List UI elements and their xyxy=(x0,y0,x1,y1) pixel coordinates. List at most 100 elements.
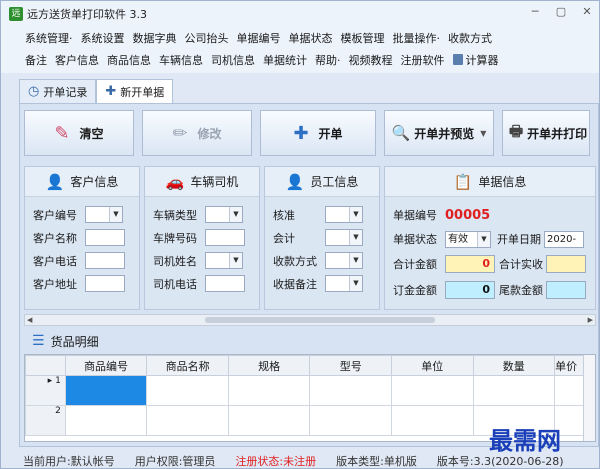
grid-cell[interactable] xyxy=(227,375,311,406)
customer-info-group: 👤 客户信息 客户编号 ▼ 客户名称 客户电话 客户地址 xyxy=(24,166,140,310)
scroll-right-icon[interactable]: ▶ xyxy=(588,315,593,325)
balance-amount-field[interactable] xyxy=(546,281,586,299)
chevron-down-icon[interactable]: ▼ xyxy=(109,207,122,222)
status-register[interactable]: 注册状态:未注册 xyxy=(235,453,316,468)
bill-status-label: 单据状态 xyxy=(393,233,437,246)
customer-address-field[interactable] xyxy=(85,275,125,292)
grid-cell[interactable] xyxy=(390,405,474,436)
col-spec[interactable]: 规格 xyxy=(227,355,311,376)
grid-cell[interactable] xyxy=(146,405,229,436)
chevron-down-icon[interactable]: ▼ xyxy=(349,253,362,268)
menu-driver-info[interactable]: 司机信息 xyxy=(207,52,259,68)
row-header[interactable]: 2 xyxy=(25,405,66,436)
menu-bill-number[interactable]: 单据编号 xyxy=(233,30,285,46)
chevron-down-icon[interactable]: ▼ xyxy=(229,207,242,222)
grid-cell[interactable] xyxy=(64,375,148,406)
menu-batch-ops[interactable]: 批量操作· xyxy=(389,30,445,46)
deposit-amount-row: 订金金额 0 尾款金额 xyxy=(393,277,587,303)
driver-phone-field[interactable] xyxy=(205,275,245,292)
scroll-thumb[interactable] xyxy=(205,317,435,323)
menu-register[interactable]: 注册软件 xyxy=(397,52,449,68)
bill-preview-button[interactable]: 🔍 开单并预览 ▼ xyxy=(384,110,494,156)
menu-customer-info[interactable]: 客户信息 xyxy=(51,52,103,68)
col-model[interactable]: 型号 xyxy=(309,355,392,376)
clear-button[interactable]: ✎ 清空 xyxy=(24,110,134,156)
customer-name-field[interactable] xyxy=(85,229,125,246)
watermark-logo: 最需网 xyxy=(489,426,561,455)
chevron-down-icon[interactable]: ▼ xyxy=(349,230,362,245)
col-product-name[interactable]: 商品名称 xyxy=(146,355,229,376)
edit-button[interactable]: ✏ 修改 xyxy=(142,110,252,156)
customer-address-label: 客户地址 xyxy=(33,277,77,291)
grid-cell[interactable] xyxy=(472,375,556,406)
tab-new-bill[interactable]: ✚ 新开单据 xyxy=(96,79,174,103)
grid-cell[interactable] xyxy=(309,375,392,406)
bill-status-combo[interactable]: 有效 ▼ xyxy=(445,230,491,248)
bill-number-value: 00005 xyxy=(445,207,491,223)
vehicle-driver-title: 车辆司机 xyxy=(190,175,239,189)
plus-icon: ✚ xyxy=(105,84,117,99)
grid-cell[interactable] xyxy=(64,405,148,436)
goods-detail-title: 货品明细 xyxy=(50,334,99,349)
chevron-down-icon[interactable]: ▼ xyxy=(480,129,486,138)
new-bill-label: 开单 xyxy=(318,126,343,141)
menu-system-settings[interactable]: 系统设置 xyxy=(77,30,129,46)
total-received-field[interactable] xyxy=(546,255,586,273)
grid-cell[interactable] xyxy=(146,375,229,406)
grid-cell[interactable] xyxy=(390,375,474,406)
menu-data-dictionary[interactable]: 数据字典 xyxy=(129,30,181,46)
chevron-down-icon[interactable]: ▼ xyxy=(349,207,362,222)
row-number: 2 xyxy=(55,406,61,416)
maximize-icon[interactable]: ▢ xyxy=(555,5,567,18)
new-bill-button[interactable]: ✚ 开单 xyxy=(260,110,376,156)
accountant-combo[interactable]: ▼ xyxy=(325,229,363,246)
chevron-down-icon[interactable]: ▼ xyxy=(349,276,362,291)
chevron-down-icon[interactable]: ▼ xyxy=(477,231,490,247)
col-unit[interactable]: 单位 xyxy=(390,355,474,376)
tab-bill-records[interactable]: ◷ 开单记录 xyxy=(19,79,97,103)
bill-print-button[interactable]: 🖶 开单并打印 xyxy=(502,110,590,156)
total-amount-field[interactable]: 0 xyxy=(445,255,495,273)
menu-bill-stats[interactable]: 单据统计 xyxy=(259,52,311,68)
menu-notes[interactable]: 备注 xyxy=(21,52,51,68)
menu-system-manage[interactable]: 系统管理· xyxy=(21,30,77,46)
col-product-code[interactable]: 商品编号 xyxy=(64,355,148,376)
scroll-left-icon[interactable]: ◀ xyxy=(27,315,32,325)
menu-video-tutorial[interactable]: 视频教程 xyxy=(345,52,397,68)
menu-template-manage[interactable]: 模板管理 xyxy=(337,30,389,46)
plate-number-field[interactable] xyxy=(205,229,245,246)
grid-cell[interactable] xyxy=(309,405,392,436)
bill-date-field[interactable]: 2020- xyxy=(544,230,584,248)
chevron-down-icon[interactable]: ▼ xyxy=(229,253,242,268)
driver-name-combo[interactable]: ▼ xyxy=(205,252,243,269)
menu-help[interactable]: 帮助· xyxy=(311,52,345,68)
menu-calculator[interactable]: 计算器 xyxy=(449,52,503,68)
grid-vertical-scrollbar[interactable] xyxy=(583,355,595,441)
vehicle-type-combo[interactable]: ▼ xyxy=(205,206,243,223)
payment-method-label: 收款方式 xyxy=(273,254,317,268)
menu-company-header[interactable]: 公司抬头 xyxy=(181,30,233,46)
staff-icon: 👤 xyxy=(285,172,305,191)
customer-phone-field[interactable] xyxy=(85,252,125,269)
col-quantity[interactable]: 数量 xyxy=(472,355,556,376)
menu-bill-status[interactable]: 单据状态 xyxy=(285,30,337,46)
menu-product-info[interactable]: 商品信息 xyxy=(103,52,155,68)
tab-new-bill-label: 新开单据 xyxy=(120,85,165,99)
row-header[interactable]: ▸ 1 xyxy=(25,375,66,406)
customer-id-combo[interactable]: ▼ xyxy=(85,206,123,223)
payment-method-combo[interactable]: ▼ xyxy=(325,252,363,269)
grid-cell[interactable] xyxy=(227,405,311,436)
menu-payment-method[interactable]: 收款方式 xyxy=(444,30,496,46)
info-horizontal-scrollbar[interactable]: ◀ ▶ xyxy=(24,314,596,326)
bill-status-value: 有效 xyxy=(448,233,468,245)
title-bar: 远 远方送货单打印软件 3.3 ─ ▢ ✕ xyxy=(1,1,599,27)
vehicle-driver-group: 🚗 车辆司机 车辆类型 ▼ 车牌号码 司机姓名 ▼ 司机电话 xyxy=(144,166,260,310)
table-row: ▸ 1 xyxy=(25,375,595,406)
minimize-icon[interactable]: ─ xyxy=(529,5,541,18)
deposit-amount-field[interactable]: 0 xyxy=(445,281,495,299)
approver-combo[interactable]: ▼ xyxy=(325,206,363,223)
close-icon[interactable]: ✕ xyxy=(581,5,593,18)
approver-row: 核准 ▼ xyxy=(273,203,371,226)
menu-vehicle-info[interactable]: 车辆信息 xyxy=(155,52,207,68)
receipt-note-combo[interactable]: ▼ xyxy=(325,275,363,292)
